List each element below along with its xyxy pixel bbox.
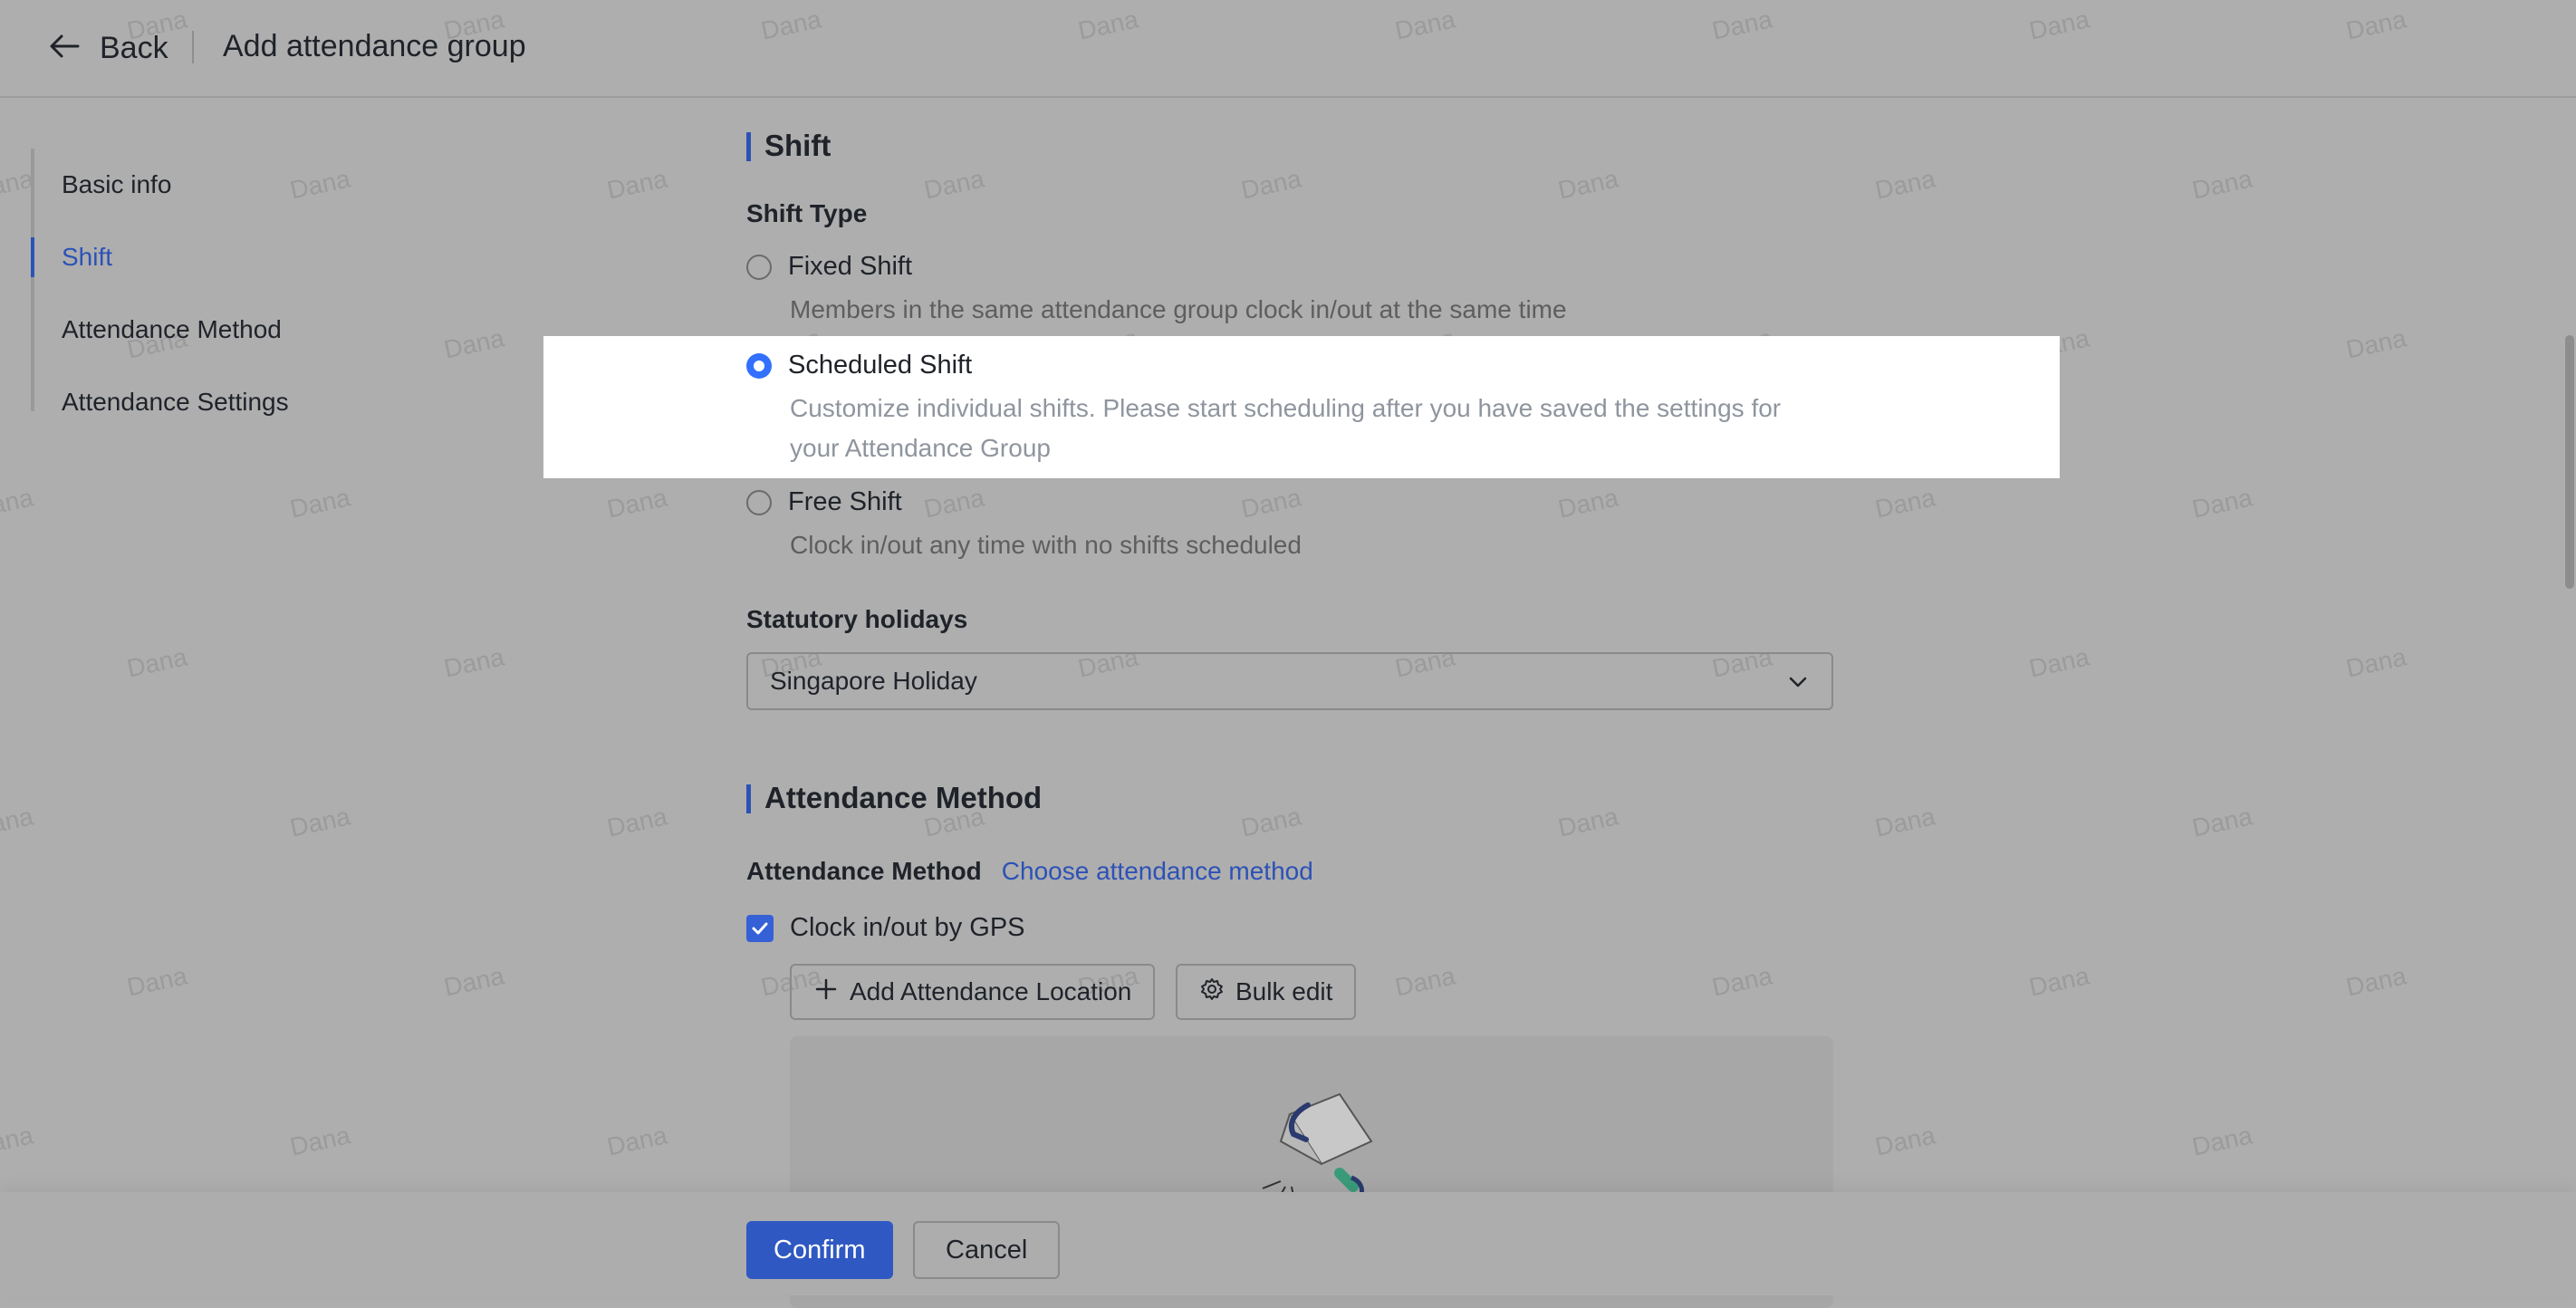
watermark-text: Dana bbox=[1392, 961, 1458, 1002]
watermark-text: Dana bbox=[2026, 642, 2092, 683]
watermark-text: Dana bbox=[441, 961, 507, 1002]
watermark-text: Dana bbox=[1872, 1120, 1938, 1161]
choose-attendance-method-link[interactable]: Choose attendance method bbox=[1002, 857, 1313, 885]
watermark-text: Dana bbox=[2189, 164, 2255, 205]
watermark-text: Dana bbox=[287, 1120, 353, 1161]
watermark-text: Dana bbox=[2343, 961, 2409, 1002]
nav-item-attendance-method[interactable]: Attendance Method bbox=[31, 293, 393, 366]
watermark-text: Dana bbox=[1238, 164, 1304, 205]
watermark-text: Dana bbox=[1238, 802, 1304, 842]
watermark-text: Dana bbox=[0, 1120, 36, 1161]
gps-checkbox[interactable] bbox=[746, 914, 774, 942]
watermark-text: Dana bbox=[1872, 802, 1938, 842]
watermark-text: Dana bbox=[2189, 483, 2255, 524]
add-attendance-location-button[interactable]: Add Attendance Location bbox=[790, 964, 1156, 1020]
watermark-text: Dana bbox=[2026, 961, 2092, 1002]
watermark-text: Dana bbox=[1872, 164, 1938, 205]
header-divider bbox=[192, 31, 194, 63]
watermark-text: Dana bbox=[1555, 164, 1621, 205]
watermark-text: Dana bbox=[287, 802, 353, 842]
watermark-text: Dana bbox=[2189, 1120, 2255, 1161]
watermark-text: Dana bbox=[441, 642, 507, 683]
section-nav: Basic info Shift Attendance Method Atten… bbox=[31, 149, 393, 438]
fixed-shift-description: Members in the same attendance group clo… bbox=[790, 295, 1567, 323]
statutory-holidays-label: Statutory holidays bbox=[746, 605, 968, 633]
add-attendance-location-label: Add Attendance Location bbox=[850, 977, 1132, 1005]
nav-item-basic-info[interactable]: Basic info bbox=[31, 149, 393, 221]
watermark-text: Dana bbox=[604, 802, 670, 842]
chevron-down-icon bbox=[1786, 670, 1810, 694]
bulk-edit-button[interactable]: Bulk edit bbox=[1176, 964, 1357, 1020]
arrow-left-icon bbox=[45, 27, 83, 70]
radio-label: Scheduled Shift bbox=[788, 351, 973, 380]
watermark-text: Dana bbox=[1555, 802, 1621, 842]
gear-icon bbox=[1199, 976, 1225, 1008]
radio-button[interactable] bbox=[746, 489, 772, 515]
watermark-text: Dana bbox=[124, 642, 190, 683]
holidays-select-value: Singapore Holiday bbox=[770, 667, 977, 695]
watermark-text: Dana bbox=[604, 483, 670, 524]
shift-section-title: Shift bbox=[746, 129, 831, 163]
watermark-text: Dana bbox=[0, 483, 36, 524]
free-shift-description: Clock in/out any time with no shifts sch… bbox=[790, 531, 1302, 559]
cancel-button[interactable]: Cancel bbox=[913, 1221, 1061, 1279]
radio-scheduled-shift[interactable]: Scheduled Shift bbox=[746, 351, 972, 380]
radio-label: Fixed Shift bbox=[788, 252, 912, 281]
attendance-method-section-title: Attendance Method bbox=[746, 781, 1042, 815]
watermark-text: Dana bbox=[2343, 323, 2409, 364]
footer-action-bar: Confirm Cancel bbox=[0, 1192, 2576, 1295]
gps-checkbox-row[interactable]: Clock in/out by GPS bbox=[746, 913, 1025, 943]
watermark-text: Dana bbox=[2343, 642, 2409, 683]
radio-fixed-shift[interactable]: Fixed Shift bbox=[746, 252, 912, 282]
radio-button-checked[interactable] bbox=[746, 352, 772, 379]
nav-item-attendance-settings[interactable]: Attendance Settings bbox=[31, 366, 393, 438]
page-title: Add attendance group bbox=[223, 29, 526, 63]
radio-free-shift[interactable]: Free Shift bbox=[746, 487, 902, 517]
watermark-text: Dana bbox=[921, 483, 987, 524]
watermark-text: Dana bbox=[921, 164, 987, 205]
confirm-button[interactable]: Confirm bbox=[746, 1221, 893, 1279]
watermark-text: Dana bbox=[604, 1120, 670, 1161]
bulk-edit-label: Bulk edit bbox=[1235, 977, 1333, 1005]
radio-label: Free Shift bbox=[788, 487, 902, 516]
scheduled-shift-option-highlight: Scheduled Shift Customize individual shi… bbox=[543, 336, 2060, 478]
back-button[interactable]: Back bbox=[45, 25, 168, 71]
watermark-text: Dana bbox=[1238, 483, 1304, 524]
back-label: Back bbox=[100, 30, 168, 65]
shift-type-label: Shift Type bbox=[746, 199, 868, 227]
watermark-text: Dana bbox=[1555, 483, 1621, 524]
watermark-text: Dana bbox=[1872, 483, 1938, 524]
watermark-text: Dana bbox=[441, 323, 507, 364]
attendance-method-label: Attendance Method Choose attendance metho… bbox=[746, 857, 1313, 886]
watermark-text: Dana bbox=[287, 483, 353, 524]
scheduled-shift-description: Customize individual shifts. Please star… bbox=[790, 394, 1782, 462]
watermark-text: Dana bbox=[1709, 961, 1775, 1002]
watermark-text: Dana bbox=[2189, 802, 2255, 842]
watermark-text: Dana bbox=[124, 961, 190, 1002]
check-icon bbox=[752, 922, 768, 934]
nav-item-shift[interactable]: Shift bbox=[31, 221, 393, 293]
watermark-text: Dana bbox=[0, 802, 36, 842]
radio-button[interactable] bbox=[746, 254, 772, 280]
vertical-scrollbar[interactable] bbox=[2565, 335, 2574, 589]
attendance-method-label-text: Attendance Method bbox=[746, 857, 982, 885]
gps-label: Clock in/out by GPS bbox=[790, 913, 1025, 942]
plus-icon bbox=[813, 976, 839, 1008]
holidays-select[interactable]: Singapore Holiday bbox=[746, 652, 1833, 710]
watermark-text: Dana bbox=[604, 164, 670, 205]
page-header: Back Add attendance group bbox=[0, 0, 2576, 98]
